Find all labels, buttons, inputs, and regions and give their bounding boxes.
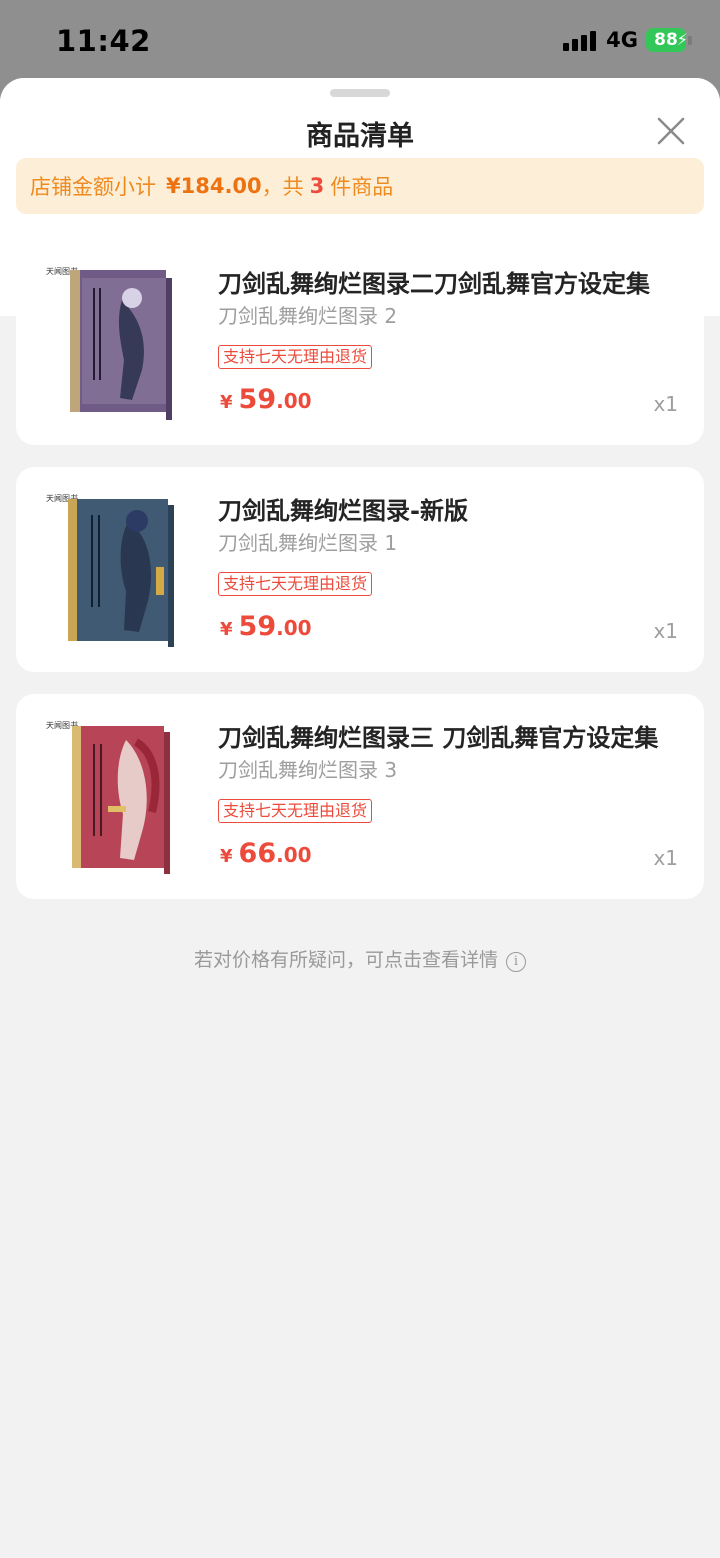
- product-title[interactable]: 刀剑乱舞绚烂图录二刀剑乱舞官方设定集: [218, 264, 682, 299]
- product-quantity: x1: [653, 619, 678, 643]
- price-note-text: 若对价格有所疑问，可点击查看详情: [193, 949, 498, 971]
- return-policy-badge: 支持七天无理由退货: [218, 572, 373, 596]
- product-list-sheet: 商品清单 店铺金额小计 ¥184.00 ，共 3 件商品 天闻图书 刀剑乱舞绚烂…: [0, 78, 720, 1558]
- status-time: 11:42: [56, 24, 151, 58]
- currency-symbol: ¥: [220, 619, 233, 640]
- item-count-suffix: 件商品: [330, 175, 394, 199]
- book-cover-image: 天闻图书: [46, 266, 172, 420]
- battery-icon: 88 ⚡: [646, 28, 692, 52]
- product-card[interactable]: 天闻图书 刀剑乱舞绚烂图录二刀剑乱舞官方设定集 刀剑乱舞绚烂图录 2 支持七天无…: [16, 240, 704, 445]
- status-bar: 11:42 4G 88 ⚡: [0, 0, 720, 80]
- product-price: ¥ 66 .00: [220, 838, 312, 869]
- product-variant: 刀剑乱舞绚烂图录 2: [218, 304, 398, 328]
- product-card[interactable]: 天闻图书 刀剑乱舞绚烂图录-新版 刀剑乱舞绚烂图录 1 支持七天无理由退货 ¥ …: [16, 467, 704, 672]
- network-type: 4G: [606, 28, 638, 52]
- product-variant: 刀剑乱舞绚烂图录 1: [218, 531, 398, 555]
- currency-symbol: ¥: [220, 846, 233, 867]
- subtotal-bar: 店铺金额小计 ¥184.00 ，共 3 件商品: [16, 158, 704, 214]
- product-title[interactable]: 刀剑乱舞绚烂图录三 刀剑乱舞官方设定集: [218, 718, 682, 753]
- return-policy-badge: 支持七天无理由退货: [218, 799, 373, 823]
- product-price: ¥ 59 .00: [220, 611, 312, 642]
- product-image[interactable]: 天闻图书: [44, 260, 194, 425]
- price-integer: 66: [238, 838, 277, 869]
- product-variant: 刀剑乱舞绚烂图录 3: [218, 758, 398, 782]
- currency-symbol: ¥: [220, 392, 233, 413]
- subtotal-label: 店铺金额小计: [30, 175, 156, 199]
- drag-handle[interactable]: [330, 89, 390, 97]
- product-price: ¥ 59 .00: [220, 384, 312, 415]
- charging-bolt-icon: ⚡: [676, 30, 688, 49]
- close-button[interactable]: [656, 116, 686, 146]
- price-details-link[interactable]: 若对价格有所疑问，可点击查看详情 i: [0, 945, 720, 972]
- status-icons: 4G 88 ⚡: [563, 28, 692, 52]
- item-count: 3: [309, 174, 325, 198]
- product-title[interactable]: 刀剑乱舞绚烂图录-新版: [218, 491, 682, 526]
- book-cover-image: 天闻图书: [46, 720, 170, 874]
- book-cover-image: 天闻图书: [46, 493, 174, 647]
- product-image[interactable]: 天闻图书: [44, 714, 194, 879]
- info-icon: i: [506, 952, 526, 972]
- price-decimal: .00: [276, 389, 312, 413]
- sheet-title: 商品清单: [306, 121, 414, 152]
- product-card[interactable]: 天闻图书 刀剑乱舞绚烂图录三 刀剑乱舞官方设定集 刀剑乱舞绚烂图录 3 支持七天…: [16, 694, 704, 899]
- subtotal-amount: ¥184.00: [166, 174, 262, 198]
- product-quantity: x1: [653, 392, 678, 416]
- price-integer: 59: [238, 611, 277, 642]
- price-decimal: .00: [276, 843, 312, 867]
- product-image[interactable]: 天闻图书: [44, 487, 194, 652]
- cellular-signal-icon: [563, 29, 597, 51]
- battery-level: 88: [654, 30, 678, 50]
- product-quantity: x1: [653, 846, 678, 870]
- price-decimal: .00: [276, 616, 312, 640]
- close-icon: [657, 117, 685, 145]
- price-integer: 59: [238, 384, 277, 415]
- return-policy-badge: 支持七天无理由退货: [218, 345, 373, 369]
- item-count-prefix: ，共: [261, 175, 304, 199]
